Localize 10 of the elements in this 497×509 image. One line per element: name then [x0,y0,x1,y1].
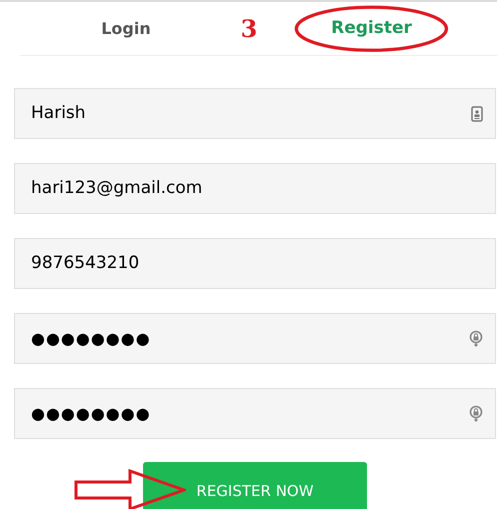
input-field[interactable]: hari123@gmail.com [14,163,496,214]
input-field[interactable]: 9876543210 [14,238,496,289]
input-field[interactable]: Harish [14,88,496,139]
password-field[interactable]: ●●●●●●●● [14,388,496,439]
password-field[interactable]: ●●●●●●●● [14,313,496,364]
login-tab[interactable]: Login [101,16,151,40]
contact-card-icon [471,106,483,122]
lock-icon [469,330,483,347]
lock-icon [469,405,483,422]
step-number: 3 [240,12,258,44]
